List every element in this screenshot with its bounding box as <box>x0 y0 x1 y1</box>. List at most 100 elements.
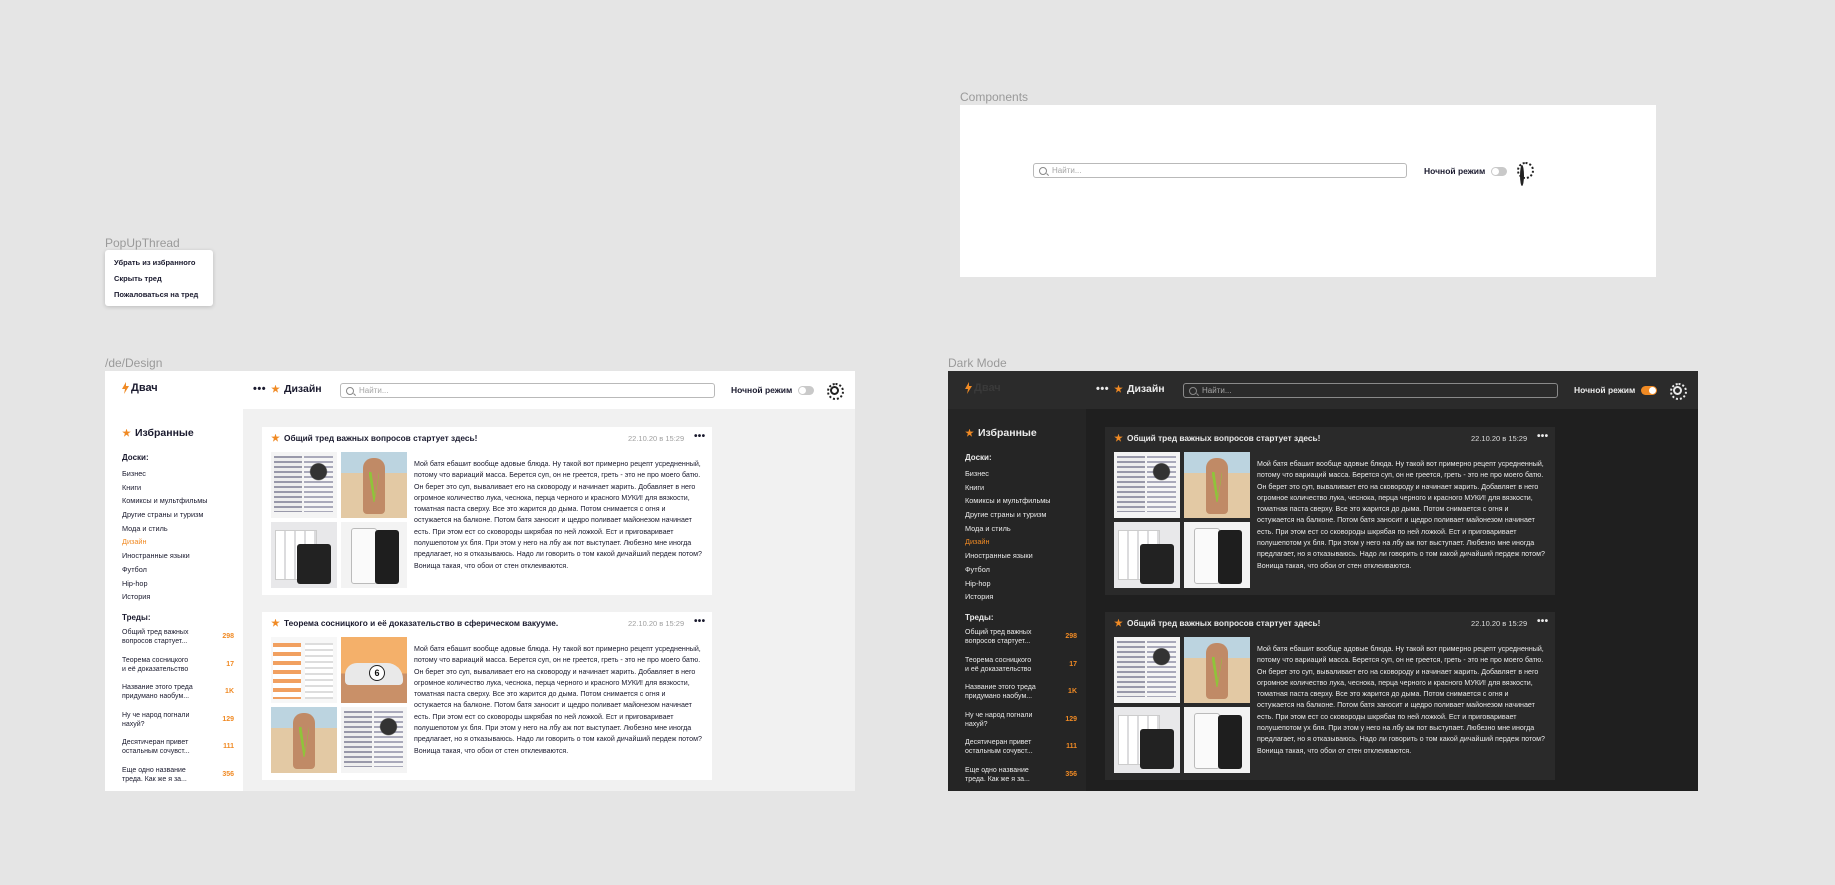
logo-text: Двач <box>974 382 1001 394</box>
post-image[interactable] <box>271 522 337 588</box>
board-item[interactable]: Футбол <box>965 565 1051 579</box>
logo[interactable]: Двач <box>965 382 1001 394</box>
post-menu-icon[interactable]: ••• <box>1537 431 1548 442</box>
dark-mode-app: Двач ••• Дизайн Ночной режим Избранные Д… <box>948 371 1698 791</box>
board-item[interactable]: Hip-hop <box>965 579 1051 593</box>
search-icon <box>1039 166 1047 175</box>
more-menu-icon[interactable]: ••• <box>253 383 266 395</box>
gear-icon[interactable] <box>1670 383 1688 401</box>
post-menu-icon[interactable]: ••• <box>694 616 705 627</box>
post-card: Теорема сосницкого и её доказательство в… <box>262 612 712 780</box>
thread-item[interactable]: Теорема сосницкого и её доказательство в… <box>965 656 1077 684</box>
post-image[interactable] <box>341 522 407 588</box>
thread-list: Общий тред важных вопросов стартует... 29… <box>122 628 234 791</box>
post-body: Мой батя ебашит вообще адовые блюда. Ну … <box>1257 645 1545 755</box>
favorites-heading[interactable]: Избранные <box>122 427 194 439</box>
board-item[interactable]: Книги <box>965 483 1051 497</box>
post-image[interactable] <box>1114 707 1180 773</box>
search-input[interactable] <box>1202 386 1557 395</box>
post-title[interactable]: Общий тред важных вопросов стартует здес… <box>1114 618 1320 628</box>
post-image[interactable] <box>1114 637 1180 703</box>
board-item[interactable]: Мода и стиль <box>965 524 1051 538</box>
post-image[interactable] <box>1184 707 1250 773</box>
thread-item[interactable]: Десятичеран привет остальным сочувст... 1… <box>965 738 1077 766</box>
thread-item[interactable]: Название этого треда придумано наобум...… <box>122 683 234 711</box>
post-image[interactable] <box>1114 452 1180 518</box>
post-image[interactable] <box>1184 522 1250 588</box>
search-field[interactable] <box>1033 163 1407 178</box>
search-input[interactable] <box>1052 166 1406 175</box>
post-body: Мой батя ебашит вообще адовые блюда. Ну … <box>1257 460 1545 570</box>
board-item[interactable]: Бизнес <box>965 469 1051 483</box>
board-item[interactable]: История <box>965 592 1051 606</box>
thread-item[interactable]: Ну че народ погнали нахуй? 129 <box>122 711 234 739</box>
search-field[interactable] <box>340 383 715 398</box>
thread-item[interactable]: Общий тред важных вопросов стартует... 29… <box>122 628 234 656</box>
board-list: Бизнес Книги Комиксы и мультфильмы Други… <box>965 469 1051 606</box>
header: Двач ••• Дизайн Ночной режим <box>105 371 855 409</box>
thread-item[interactable]: Десятичеран привет остальным сочувст... 1… <box>122 738 234 766</box>
post-image[interactable] <box>271 452 337 518</box>
gear-icon[interactable] <box>827 383 845 401</box>
board-item[interactable]: Hip-hop <box>122 579 208 593</box>
thread-item[interactable]: Название этого треда придумано наобум...… <box>965 683 1077 711</box>
post-title[interactable]: Теорема сосницкого и её доказательство в… <box>271 618 558 628</box>
board-item[interactable]: Другие страны и туризм <box>122 510 208 524</box>
post-date: 22.10.20 в 15:29 <box>1471 434 1528 443</box>
light-frame-label: /de/Design <box>105 356 163 370</box>
post-image[interactable] <box>271 707 337 773</box>
post-menu-icon[interactable]: ••• <box>1537 616 1548 627</box>
board-item[interactable]: Книги <box>122 483 208 497</box>
post-image[interactable] <box>271 637 337 703</box>
search-field[interactable] <box>1183 383 1558 398</box>
post-image[interactable] <box>341 707 407 773</box>
board-item[interactable]: Бизнес <box>122 469 208 483</box>
gear-icon[interactable] <box>1520 165 1524 186</box>
post-title[interactable]: Общий тред важных вопросов стартует здес… <box>1114 433 1320 443</box>
board-item[interactable]: История <box>122 592 208 606</box>
post-image[interactable] <box>1184 452 1250 518</box>
thread-item[interactable]: Общий тред важных вопросов стартует... 29… <box>965 628 1077 656</box>
board-item[interactable]: Комиксы и мультфильмы <box>965 496 1051 510</box>
board-item[interactable]: Мода и стиль <box>122 524 208 538</box>
post-title[interactable]: Общий тред важных вопросов стартует здес… <box>271 433 477 443</box>
board-item[interactable]: Комиксы и мультфильмы <box>122 496 208 510</box>
thread-item[interactable]: Теорема сосницкого и её доказательство в… <box>122 656 234 684</box>
night-mode-toggle[interactable] <box>798 385 815 395</box>
board-item[interactable]: Иностранные языки <box>122 551 208 565</box>
board-item[interactable]: Футбол <box>122 565 208 579</box>
night-mode-toggle[interactable] <box>1641 385 1658 395</box>
popup-item-hide[interactable]: Скрыть тред <box>114 274 204 290</box>
thread-item[interactable]: Еще одно название треда. Как же я за... 3… <box>965 766 1077 792</box>
post-image[interactable] <box>1114 522 1180 588</box>
search-input[interactable] <box>359 386 714 395</box>
favorites-heading[interactable]: Избранные <box>965 427 1037 439</box>
more-menu-icon[interactable]: ••• <box>1096 383 1109 395</box>
current-board[interactable]: Дизайн <box>271 383 322 395</box>
thread-count: 356 <box>1065 770 1077 778</box>
board-item[interactable]: Другие страны и туризм <box>965 510 1051 524</box>
post-image[interactable] <box>1184 637 1250 703</box>
thread-item[interactable]: Еще одно название треда. Как же я за... 3… <box>122 766 234 792</box>
post-menu-icon[interactable]: ••• <box>694 431 705 442</box>
night-mode-toggle[interactable] <box>1491 166 1508 176</box>
thread-count: 298 <box>222 633 234 640</box>
logo[interactable]: Двач <box>122 382 158 394</box>
popup-item-report[interactable]: Пожаловаться на тред <box>114 290 204 306</box>
thread-name: Десятичеран привет остальным сочувст... <box>965 739 1033 755</box>
post-title-text: Общий тред важных вопросов стартует здес… <box>1127 433 1321 443</box>
thread-item[interactable]: Ну че народ погнали нахуй? 129 <box>965 711 1077 739</box>
thread-count: 17 <box>226 660 234 668</box>
popup-item-unfavorite[interactable]: Убрать из избранного <box>114 258 204 274</box>
night-mode-label: Ночной режим <box>1424 166 1486 176</box>
post-image[interactable] <box>341 637 407 703</box>
board-item-active[interactable]: Дизайн <box>965 537 1051 551</box>
thread-popup-menu: Убрать из избранного Скрыть тред Пожалов… <box>105 250 213 306</box>
board-item-active[interactable]: Дизайн <box>122 537 208 551</box>
board-item[interactable]: Иностранные языки <box>965 551 1051 565</box>
thread-name: Ну че народ погнали нахуй? <box>122 711 190 728</box>
thread-count: 356 <box>222 770 234 778</box>
post-image[interactable] <box>341 452 407 518</box>
current-board[interactable]: Дизайн <box>1114 383 1165 395</box>
logo-text: Двач <box>131 382 158 394</box>
